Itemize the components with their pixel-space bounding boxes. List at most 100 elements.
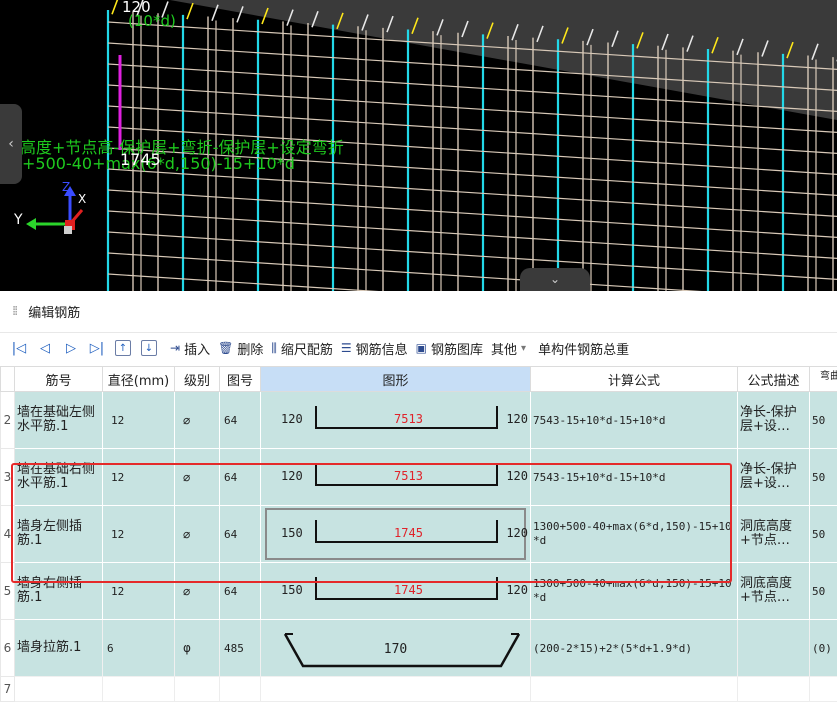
- row-number: 4: [0, 505, 15, 563]
- move-up-button[interactable]: ↑: [115, 340, 131, 356]
- bar-name-cell[interactable]: 墙身拉筋.1: [14, 619, 103, 677]
- grade-cell[interactable]: ⌀: [174, 505, 220, 563]
- rebar-horizontal: [107, 168, 837, 217]
- bend-cell[interactable]: 50: [809, 448, 837, 506]
- col-header-grade[interactable]: 级别: [174, 366, 220, 392]
- bend-cell[interactable]: (0): [809, 619, 837, 677]
- bar-name-cell[interactable]: 墙身左侧插筋.1: [14, 505, 103, 563]
- figure-no-cell[interactable]: 64: [219, 505, 261, 563]
- empty-cell[interactable]: [809, 676, 837, 702]
- first-record-button[interactable]: |◁: [6, 337, 32, 359]
- diameter-cell[interactable]: 12: [102, 562, 175, 620]
- grade-cell[interactable]: φ: [174, 619, 220, 677]
- diameter-cell[interactable]: 12: [102, 391, 175, 449]
- figure-left-value: 120: [281, 412, 303, 426]
- formula-desc-cell[interactable]: [737, 619, 810, 677]
- rebar-hook: [186, 2, 194, 20]
- last-record-button[interactable]: ▷|: [84, 337, 110, 359]
- insert-label: 插入: [184, 342, 211, 358]
- figure-cell[interactable]: 120 7513 120: [260, 448, 531, 506]
- bend-cell[interactable]: 50: [809, 391, 837, 449]
- figure-length-value[interactable]: 170: [263, 642, 528, 657]
- grade-cell[interactable]: ⌀: [174, 562, 220, 620]
- formula-desc-cell[interactable]: 洞底高度+节点…: [737, 505, 810, 563]
- table-row[interactable]: 6 墙身拉筋.1 6 φ 485 170 (200-2*15)+2*(5*d+1…: [0, 619, 837, 677]
- 3d-viewport[interactable]: 120 (10*d) 高度+节点高-保护层+弯折-保护层+设定弯折 +500-4…: [0, 0, 837, 291]
- table-row[interactable]: 2 墙在基础左侧水平筋.1 12 ⌀ 64 120 7513 120 7543-…: [0, 391, 837, 449]
- figure-right-value: 120: [506, 469, 528, 483]
- collapse-left-handle[interactable]: ‹: [0, 104, 22, 184]
- col-header-figure-no[interactable]: 图号: [219, 366, 261, 392]
- row-number: 2: [0, 391, 15, 449]
- scale-rebar-button[interactable]: ⫼ 缩尺配筋: [271, 339, 333, 358]
- next-record-button[interactable]: ▷: [58, 337, 84, 359]
- formula-cell[interactable]: (200-2*15)+2*(5*d+1.9*d): [530, 619, 738, 677]
- diameter-cell[interactable]: 6: [102, 619, 175, 677]
- figure-no-cell[interactable]: 485: [219, 619, 261, 677]
- panel-toolbar: |◁ ◁ ▷ ▷| ↑ ↓ ⇥ 插入 🗑 删除 ⫼ 缩尺配筋 ☰ 钢筋信息 ▣ 钢筋图库 …: [0, 333, 837, 363]
- figure-cell[interactable]: 150 1745 120: [260, 505, 531, 563]
- prev-record-button[interactable]: ◁: [32, 337, 58, 359]
- row-number: 3: [0, 448, 15, 506]
- figure-length-value[interactable]: 1745: [323, 583, 494, 597]
- grade-cell[interactable]: ⌀: [174, 391, 220, 449]
- move-down-button[interactable]: ↓: [141, 340, 157, 356]
- bend-cell[interactable]: 50: [809, 505, 837, 563]
- col-header-formula-desc[interactable]: 公式描述: [737, 366, 810, 392]
- formula-cell[interactable]: 7543-15+10*d-15+10*d: [530, 391, 738, 449]
- bar-name-cell[interactable]: 墙在基础右侧水平筋.1: [14, 448, 103, 506]
- bar-name-cell[interactable]: 墙在基础左侧水平筋.1: [14, 391, 103, 449]
- component-total-weight-button[interactable]: 单构件钢筋总重: [538, 339, 629, 358]
- rebar-library-button[interactable]: ▣ 钢筋图库: [416, 339, 483, 358]
- figure-cell[interactable]: 120 7513 120: [260, 391, 531, 449]
- table-row[interactable]: 4 墙身左侧插筋.1 12 ⌀ 64 150 1745 120 1300+500…: [0, 505, 837, 563]
- formula-cell[interactable]: 7543-15+10*d-15+10*d: [530, 448, 738, 506]
- empty-cell[interactable]: [530, 676, 738, 702]
- table-row-empty[interactable]: 7: [0, 676, 837, 702]
- figure-no-cell[interactable]: 64: [219, 391, 261, 449]
- figure-no-cell[interactable]: 64: [219, 562, 261, 620]
- table-row[interactable]: 3 墙在基础右侧水平筋.1 12 ⌀ 64 120 7513 120 7543-…: [0, 448, 837, 506]
- drag-grip-icon[interactable]: ⁞⁞: [12, 304, 18, 319]
- other-dropdown[interactable]: 其他 ▾: [491, 339, 530, 358]
- empty-cell[interactable]: [14, 676, 103, 702]
- rebar-hook: [111, 0, 119, 15]
- empty-cell[interactable]: [102, 676, 175, 702]
- formula-cell[interactable]: 1300+500-40+max(6*d,150)-15+10*d: [530, 505, 738, 563]
- delete-label: 删除: [237, 342, 264, 358]
- rebar-horizontal: [107, 189, 837, 238]
- formula-desc-cell[interactable]: 净长-保护层+设…: [737, 391, 810, 449]
- rebar-info-button[interactable]: ☰ 钢筋信息: [341, 339, 408, 358]
- figure-cell[interactable]: 150 1745 120: [260, 562, 531, 620]
- diameter-cell[interactable]: 12: [102, 448, 175, 506]
- bar-name-cell[interactable]: 墙身右侧插筋.1: [14, 562, 103, 620]
- formula-cell[interactable]: 1300+500-40+max(6*d,150)-15+10*d: [530, 562, 738, 620]
- col-header-bar-number[interactable]: 筋号: [14, 366, 103, 392]
- col-header-diameter[interactable]: 直径(mm): [102, 366, 175, 392]
- col-header-bend[interactable]: 弯曲: [809, 366, 837, 392]
- figure-length-value[interactable]: 7513: [323, 469, 494, 483]
- figure-length-value[interactable]: 1745: [323, 526, 494, 540]
- empty-cell[interactable]: [260, 676, 531, 702]
- table-row[interactable]: 5 墙身右侧插筋.1 12 ⌀ 64 150 1745 120 1300+500…: [0, 562, 837, 620]
- figure-no-cell[interactable]: 64: [219, 448, 261, 506]
- grade-cell[interactable]: ⌀: [174, 448, 220, 506]
- figure-length-value[interactable]: 7513: [323, 412, 494, 426]
- formula-desc-cell[interactable]: 净长-保护层+设…: [737, 448, 810, 506]
- empty-cell[interactable]: [174, 676, 220, 702]
- collapse-bottom-handle[interactable]: ⌄: [520, 268, 590, 291]
- bend-cell[interactable]: 50: [809, 562, 837, 620]
- delete-button[interactable]: 🗑 删除: [218, 339, 263, 358]
- insert-button[interactable]: ⇥ 插入: [170, 339, 210, 358]
- diameter-cell[interactable]: 12: [102, 505, 175, 563]
- figure-cell[interactable]: 170: [260, 619, 531, 677]
- col-header-figure[interactable]: 图形: [260, 366, 531, 392]
- rebar-horizontal: [107, 231, 837, 280]
- empty-cell[interactable]: [219, 676, 261, 702]
- wall-plane: [170, 0, 837, 120]
- formula-desc-cell[interactable]: 洞底高度+节点…: [737, 562, 810, 620]
- empty-cell[interactable]: [737, 676, 810, 702]
- grade-symbol-icon: ⌀: [183, 470, 191, 484]
- edit-rebar-panel: ⁞⁞ 编辑钢筋 |◁ ◁ ▷ ▷| ↑ ↓ ⇥ 插入 🗑 删除 ⫼ 缩尺配筋 ☰ 钢筋信…: [0, 291, 837, 712]
- col-header-formula[interactable]: 计算公式: [530, 366, 738, 392]
